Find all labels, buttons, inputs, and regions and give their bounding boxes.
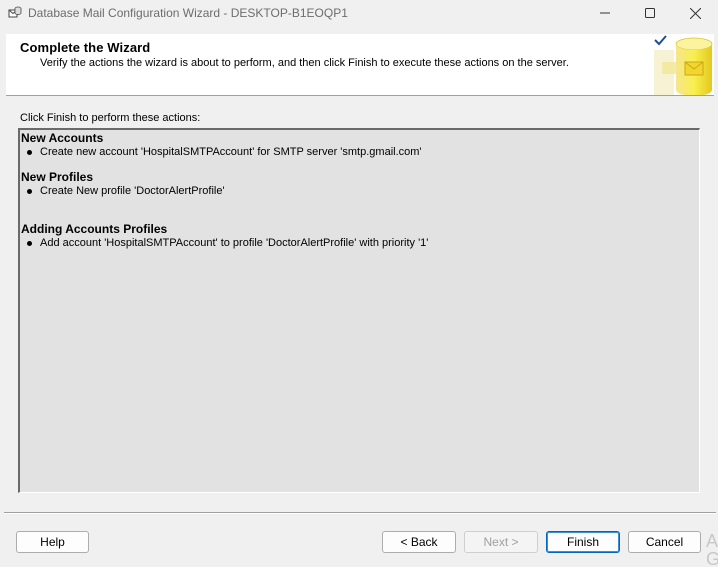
finish-button[interactable]: Finish (546, 531, 620, 553)
close-button[interactable] (672, 0, 718, 26)
section-heading: New Accounts (21, 131, 104, 145)
database-wizard-icon (652, 34, 714, 95)
maximize-icon (645, 8, 655, 18)
bullet-icon (27, 241, 32, 246)
page-description: Verify the actions the wizard is about t… (40, 57, 569, 69)
close-icon (689, 7, 701, 19)
list-item: Create new account 'HospitalSMTPAccount'… (21, 146, 422, 159)
title-bar[interactable]: Database Mail Configuration Wizard - DES… (0, 0, 718, 26)
action-section-new-profiles: New Profiles Create New profile 'DoctorA… (21, 171, 225, 198)
section-heading: New Profiles (21, 170, 94, 184)
section-heading: Adding Accounts Profiles (21, 222, 168, 236)
database-mail-app-icon (8, 6, 22, 18)
list-item: Add account 'HospitalSMTPAccount' to pro… (21, 237, 428, 250)
help-button[interactable]: Help (16, 531, 89, 553)
actions-summary-box[interactable]: New Accounts Create new account 'Hospita… (18, 128, 700, 493)
action-text: Create new account 'HospitalSMTPAccount'… (40, 146, 422, 158)
minimize-icon (600, 12, 610, 14)
activation-watermark: A G (706, 532, 718, 567)
window-title: Database Mail Configuration Wizard - DES… (28, 6, 348, 20)
wizard-window: Database Mail Configuration Wizard - DES… (0, 0, 718, 567)
bullet-icon (27, 189, 32, 194)
header-banner: Complete the Wizard Verify the actions t… (6, 34, 714, 96)
instruction-label: Click Finish to perform these actions: (20, 112, 201, 124)
next-button[interactable]: Next > (464, 531, 538, 553)
action-text: Create New profile 'DoctorAlertProfile' (40, 185, 225, 197)
action-section-new-accounts: New Accounts Create new account 'Hospita… (21, 132, 422, 159)
list-item: Create New profile 'DoctorAlertProfile' (21, 185, 225, 198)
back-button[interactable]: < Back (382, 531, 456, 553)
maximize-button[interactable] (627, 0, 673, 26)
cancel-button[interactable]: Cancel (628, 531, 701, 553)
action-section-adding-accounts-profiles: Adding Accounts Profiles Add account 'Ho… (21, 223, 428, 250)
minimize-button[interactable] (582, 0, 628, 26)
page-title: Complete the Wizard (20, 40, 151, 55)
bullet-icon (27, 150, 32, 155)
footer-divider (4, 512, 716, 514)
action-text: Add account 'HospitalSMTPAccount' to pro… (40, 237, 429, 249)
